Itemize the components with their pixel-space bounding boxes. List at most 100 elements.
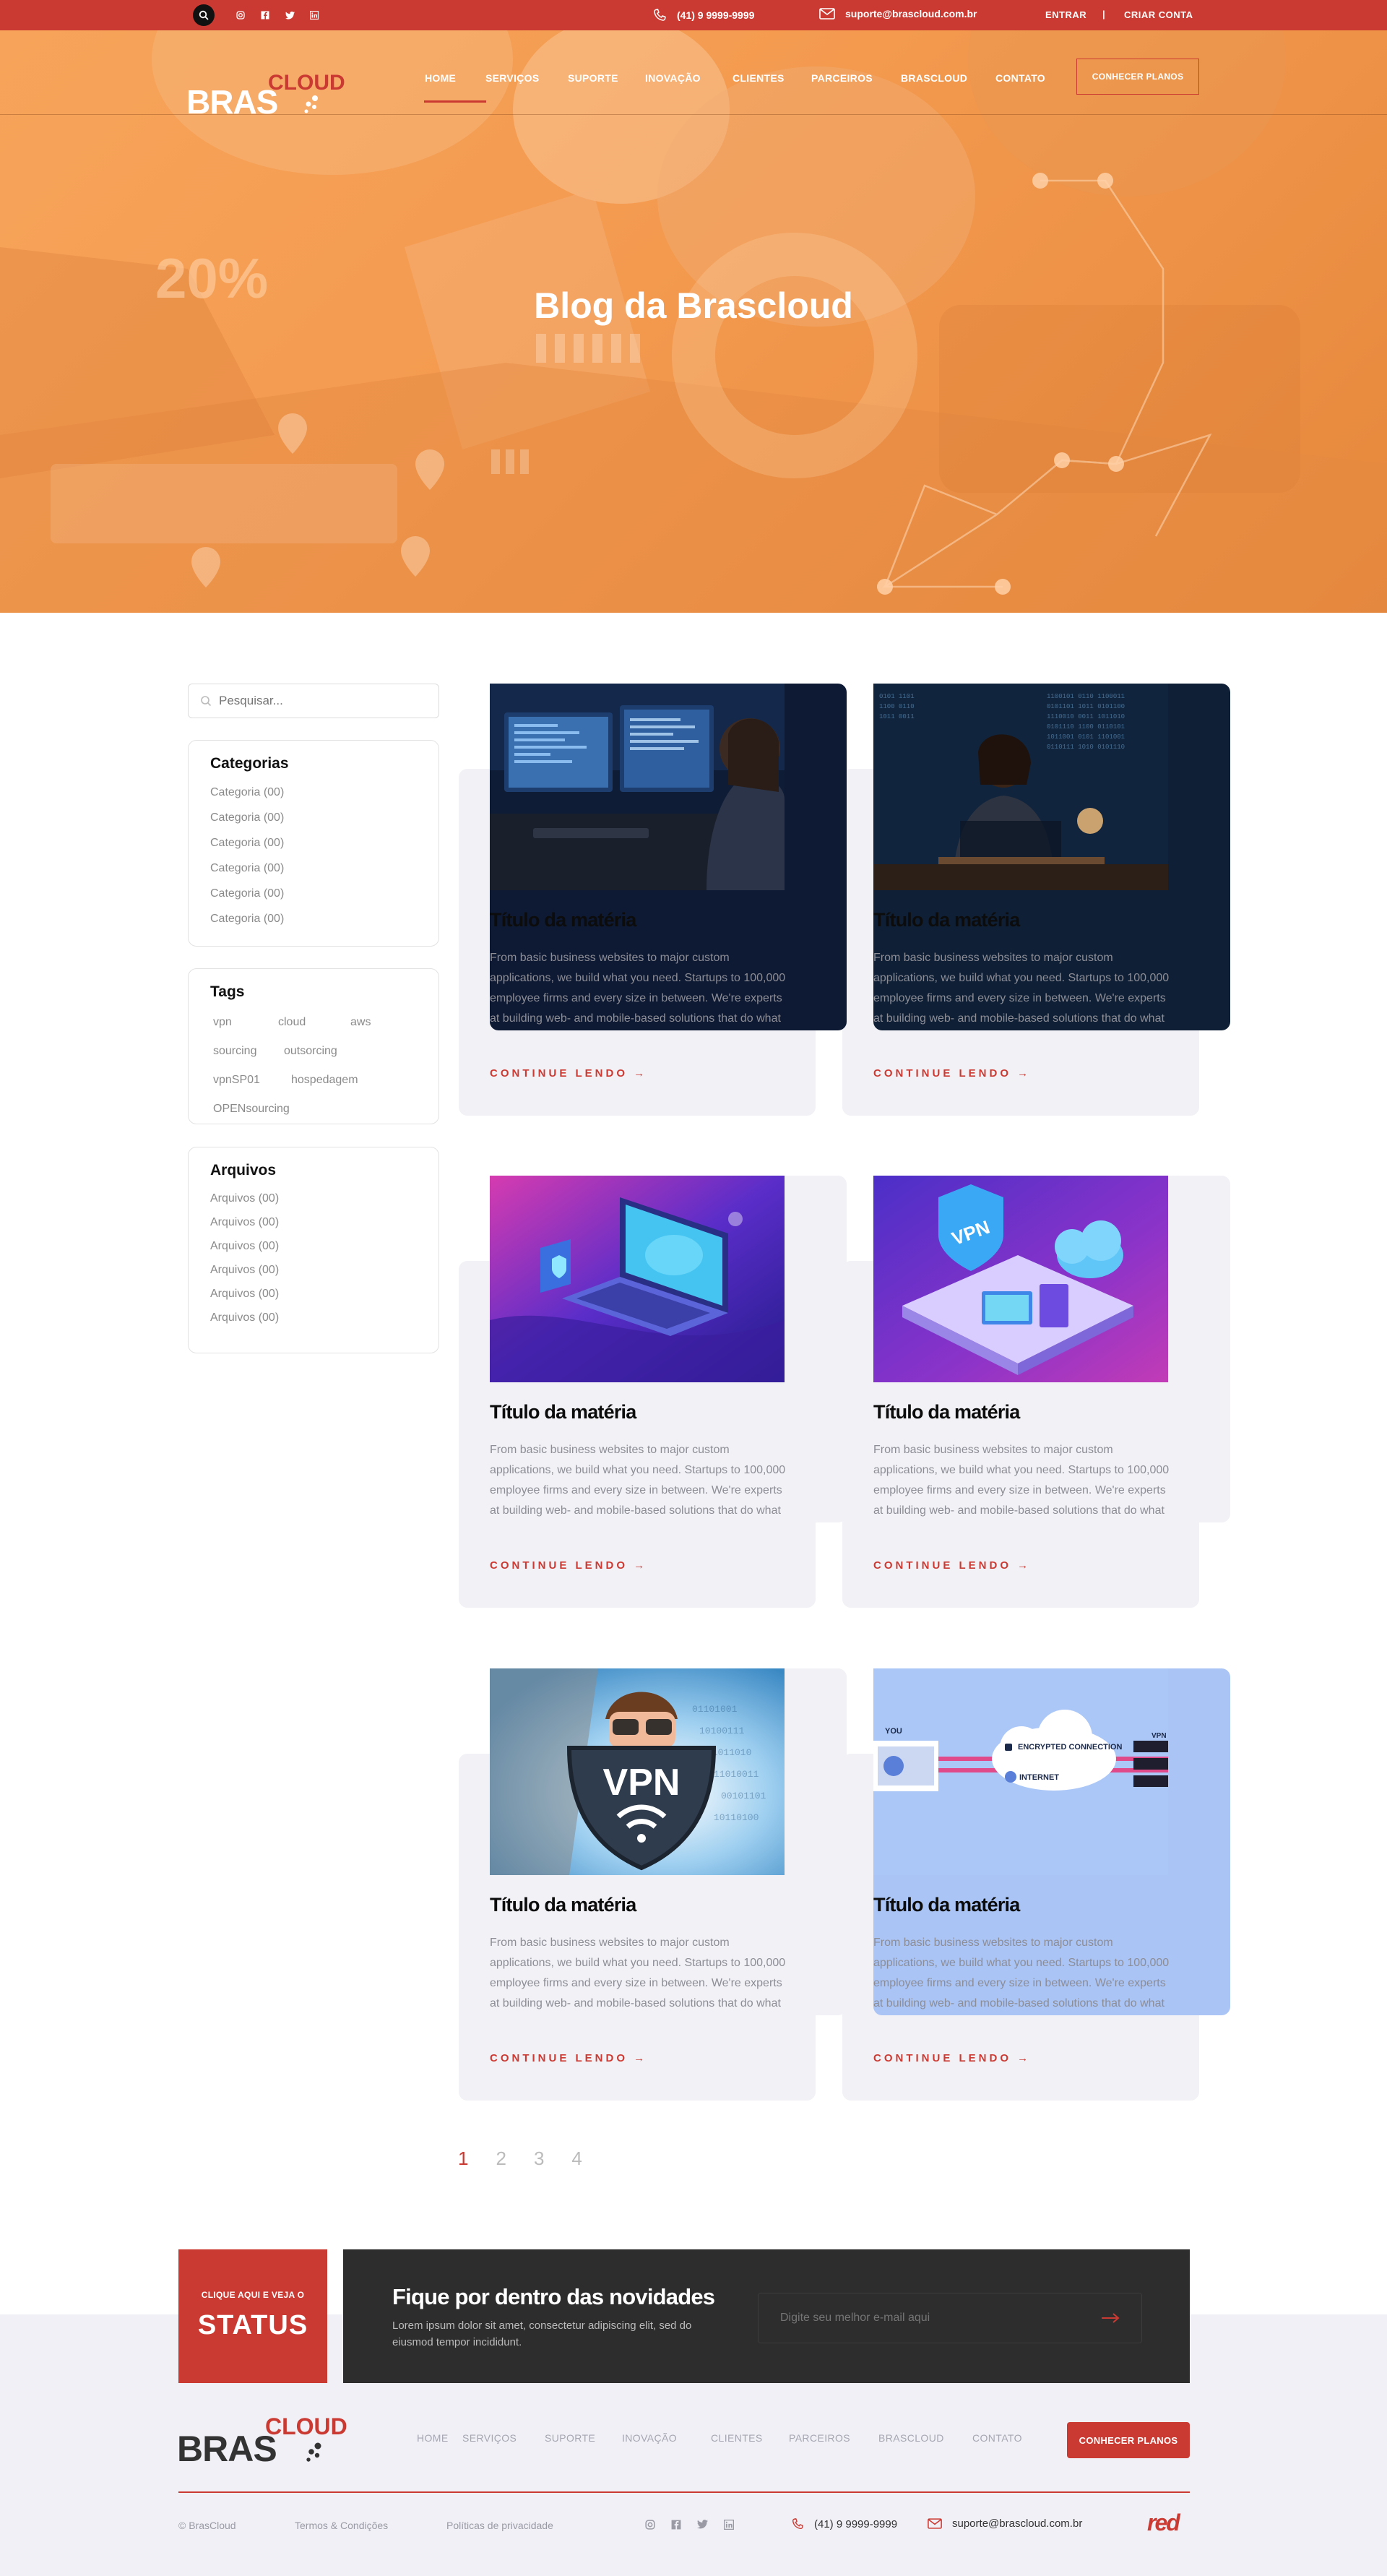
page-link[interactable]: 3 xyxy=(534,2148,544,2170)
nav-clientes[interactable]: CLIENTES xyxy=(733,72,811,103)
archive-link[interactable]: Arquivos (00) xyxy=(210,1234,417,1258)
tag-hospedagem[interactable]: hospedagem xyxy=(288,1066,366,1095)
archive-link[interactable]: Arquivos (00) xyxy=(210,1186,417,1210)
nav-inovacao[interactable]: INOVAÇÃO xyxy=(645,72,733,103)
tag-opensourcing[interactable]: OPENsourcing xyxy=(210,1095,297,1124)
post-title[interactable]: Título da matéria xyxy=(873,909,1020,931)
post-title[interactable]: Título da matéria xyxy=(873,1894,1020,1916)
topbar-email[interactable]: suporte@brascloud.com.br xyxy=(819,8,977,20)
page-link[interactable]: 4 xyxy=(571,2148,582,2170)
read-more-link[interactable]: CONTINUE LENDO → xyxy=(873,1559,1031,1572)
footer-nav-brascloud[interactable]: BRASCLOUD xyxy=(878,2432,972,2444)
footer-email-text: suporte@brascloud.com.br xyxy=(952,2517,1083,2530)
categories-title: Categorias xyxy=(210,755,289,772)
newsletter-panel: Fique por dentro das novidades Lorem ips… xyxy=(343,2249,1190,2383)
privacy-link[interactable]: Políticas de privacidade xyxy=(446,2520,553,2531)
category-link[interactable]: Categoria (00) xyxy=(210,780,417,805)
footer-email[interactable]: suporte@brascloud.com.br xyxy=(928,2517,1082,2530)
archive-link[interactable]: Arquivos (00) xyxy=(210,1210,417,1234)
category-link[interactable]: Categoria (00) xyxy=(210,906,417,931)
topbar-phone[interactable]: (41) 9 9999-9999 xyxy=(652,8,754,22)
nav-parceiros[interactable]: PARCEIROS xyxy=(811,72,901,103)
copyright: © BrasCloud xyxy=(178,2520,236,2531)
nav-home[interactable]: HOME xyxy=(424,72,486,103)
tag-vpn[interactable]: vpn xyxy=(210,1008,255,1037)
archive-link[interactable]: Arquivos (00) xyxy=(210,1258,417,1282)
footer-divider xyxy=(178,2491,1190,2493)
nav-brascloud[interactable]: BRASCLOUD xyxy=(901,72,995,103)
instagram-icon[interactable] xyxy=(235,9,246,21)
facebook-icon[interactable] xyxy=(259,9,271,21)
linkedin-icon[interactable] xyxy=(723,2519,735,2533)
newsletter-form xyxy=(758,2293,1142,2343)
facebook-icon[interactable] xyxy=(671,2520,681,2533)
footer-nav-home[interactable]: HOME xyxy=(417,2432,462,2444)
read-more-link[interactable]: CONTINUE LENDO → xyxy=(873,2052,1031,2064)
footer-nav-suporte[interactable]: SUPORTE xyxy=(545,2432,622,2444)
svg-text:0101110 1100 0110101: 0101110 1100 0110101 xyxy=(1047,723,1125,731)
logo-mark-icon xyxy=(306,2442,321,2462)
archive-link[interactable]: Arquivos (00) xyxy=(210,1282,417,1306)
search-icon[interactable] xyxy=(193,4,215,26)
page-link[interactable]: 2 xyxy=(496,2148,506,2170)
footer-phone[interactable]: (41) 9 9999-9999 xyxy=(791,2517,897,2530)
header-plans-button[interactable]: CONHECER PLANOS xyxy=(1076,59,1199,95)
tags-title: Tags xyxy=(210,983,245,1000)
topbar-phone-text: (41) 9 9999-9999 xyxy=(677,9,755,21)
status-button[interactable]: CLIQUE AQUI E VEJA O STATUS xyxy=(178,2249,327,2383)
tag-sourcing[interactable]: sourcing xyxy=(210,1037,261,1066)
category-link[interactable]: Categoria (00) xyxy=(210,830,417,856)
footer-plans-button[interactable]: CONHECER PLANOS xyxy=(1067,2422,1190,2458)
instagram-icon[interactable] xyxy=(645,2520,655,2533)
footer-phone-text: (41) 9 9999-9999 xyxy=(814,2517,898,2530)
arrow-right-icon[interactable] xyxy=(1101,2312,1120,2324)
read-more-link[interactable]: CONTINUE LENDO → xyxy=(873,1067,1031,1080)
read-more-link[interactable]: CONTINUE LENDO → xyxy=(490,1067,647,1080)
footer-nav: HOME SERVIÇOS SUPORTE INOVAÇÃO CLIENTES … xyxy=(417,2432,1030,2444)
search-input[interactable] xyxy=(219,694,421,708)
footer-nav-inovacao[interactable]: INOVAÇÃO xyxy=(622,2432,711,2444)
svg-text:11010011: 11010011 xyxy=(714,1769,759,1780)
newsletter-email-input[interactable] xyxy=(780,2312,1069,2325)
post-title[interactable]: Título da matéria xyxy=(490,909,636,931)
newsletter-title: Fique por dentro das novidades xyxy=(392,2284,715,2309)
category-link[interactable]: Categoria (00) xyxy=(210,856,417,881)
archive-link[interactable]: Arquivos (00) xyxy=(210,1306,417,1330)
brand-logo[interactable]: BRAS CLOUD xyxy=(186,51,345,121)
tag-vpnsp01[interactable]: vpnSP01 xyxy=(210,1066,268,1095)
mail-icon xyxy=(928,2518,942,2529)
post-title[interactable]: Título da matéria xyxy=(873,1401,1020,1423)
developer-monitors-illustration xyxy=(490,684,785,890)
footer-nav-servicos[interactable]: SERVIÇOS xyxy=(462,2432,545,2444)
nav-servicos[interactable]: SERVIÇOS xyxy=(485,72,568,103)
footer-nav-contato[interactable]: CONTATO xyxy=(972,2432,1030,2444)
login-link[interactable]: ENTRAR xyxy=(1045,9,1086,20)
twitter-icon[interactable] xyxy=(697,2520,708,2533)
tag-outsorcing[interactable]: outsorcing xyxy=(281,1037,346,1066)
read-more-link[interactable]: CONTINUE LENDO → xyxy=(490,2052,647,2064)
laptop-security-illustration xyxy=(490,1176,785,1382)
footer-nav-parceiros[interactable]: PARCEIROS xyxy=(789,2432,878,2444)
read-more-link[interactable]: CONTINUE LENDO → xyxy=(490,1559,647,1572)
footer-nav-clientes[interactable]: CLIENTES xyxy=(711,2432,789,2444)
post-excerpt: From basic business websites to major cu… xyxy=(873,1937,1170,2009)
social-links xyxy=(235,9,320,21)
page-link-current[interactable]: 1 xyxy=(458,2148,468,2170)
nav-suporte[interactable]: SUPORTE xyxy=(568,72,645,103)
agency-logo[interactable]: red xyxy=(1147,2510,1180,2536)
category-link[interactable]: Categoria (00) xyxy=(210,881,417,906)
footer-logo-cloud: CLOUD xyxy=(265,2413,347,2439)
svg-text:1100 0110: 1100 0110 xyxy=(879,703,915,710)
twitter-icon[interactable] xyxy=(284,9,295,21)
tag-cloud[interactable]: cloud xyxy=(275,1008,327,1037)
post-title[interactable]: Título da matéria xyxy=(490,1401,636,1423)
tag-aws[interactable]: aws xyxy=(347,1008,391,1037)
category-link[interactable]: Categoria (00) xyxy=(210,805,417,830)
linkedin-icon[interactable] xyxy=(308,9,320,21)
terms-link[interactable]: Termos & Condições xyxy=(295,2520,388,2531)
archives-title: Arquivos xyxy=(210,1162,277,1179)
post-title[interactable]: Título da matéria xyxy=(490,1894,636,1916)
signup-link[interactable]: CRIAR CONTA xyxy=(1124,9,1193,20)
footer-logo[interactable]: BRAS CLOUD xyxy=(177,2413,350,2471)
nav-contato[interactable]: CONTATO xyxy=(995,72,1068,103)
